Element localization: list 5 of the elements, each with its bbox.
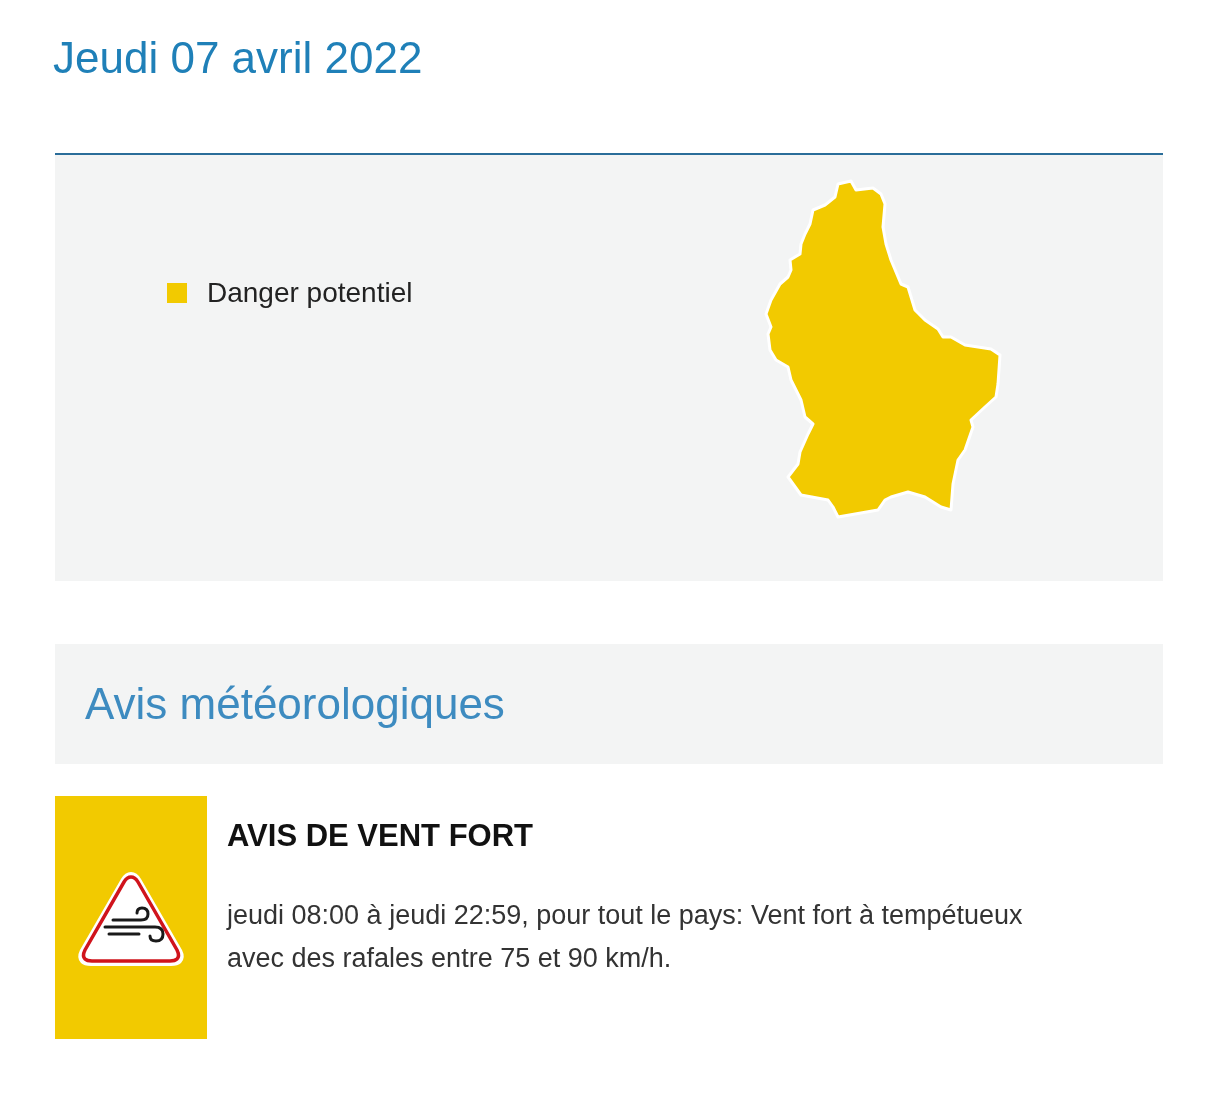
legend-label: Danger potentiel: [207, 277, 413, 309]
notices-title: Avis météorologiques: [85, 678, 505, 730]
notice-title: AVIS DE VENT FORT: [227, 818, 534, 854]
notice-description: jeudi 08:00 à jeudi 22:59, pour tout le pays: Vent fort à tempétueux avec des rafales entre 75 et 90 km/h.: [227, 899, 1024, 975]
date-heading: Jeudi 07 avril 2022: [53, 34, 423, 82]
